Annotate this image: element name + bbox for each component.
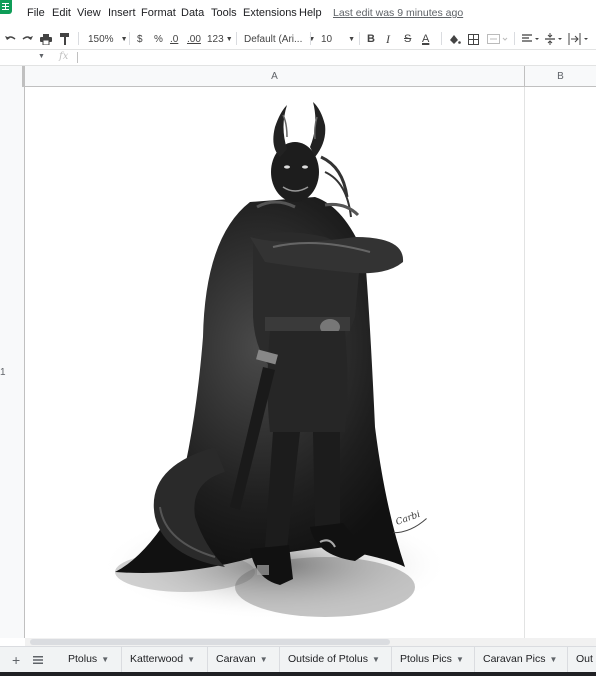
- toolbar: 150% ▼ $ % .0 .00 123 ▼ Default (Ari... ▼ 1…: [0, 27, 596, 49]
- last-edit-link[interactable]: Last edit was 9 minutes ago: [333, 7, 463, 19]
- italic-button[interactable]: I: [386, 31, 390, 47]
- select-all-corner[interactable]: [0, 66, 25, 87]
- horned-figure-illustration: Carbi: [100, 102, 450, 620]
- row-header-1[interactable]: 1: [0, 367, 6, 378]
- fill-color-icon[interactable]: [449, 31, 461, 47]
- menu-view[interactable]: View: [77, 7, 101, 19]
- bold-button[interactable]: B: [367, 31, 375, 47]
- sheet-tab-katterwood[interactable]: Katterwood ▼: [122, 647, 208, 672]
- taskbar-strip: [0, 672, 596, 676]
- redo-icon[interactable]: [22, 31, 34, 47]
- add-sheet-button[interactable]: +: [12, 652, 20, 668]
- merge-cells-icon[interactable]: [487, 31, 509, 47]
- font-select[interactable]: Default (Ari... ▼: [244, 31, 315, 47]
- menu-tools[interactable]: Tools: [211, 7, 237, 19]
- undo-icon[interactable]: [4, 31, 16, 47]
- fx-icon: fx: [59, 51, 69, 62]
- sheet-tab-bar: + Ptolus ▼ Katterwood ▼ Caravan ▼ Outside o…: [0, 646, 596, 672]
- zoom-select[interactable]: 150% ▼: [88, 31, 128, 47]
- cell-a1[interactable]: Carbi: [25, 87, 525, 638]
- sheet-grid[interactable]: Carbi: [25, 87, 596, 638]
- increase-decimal-button[interactable]: .00: [187, 31, 201, 47]
- row-headers: 1: [0, 87, 25, 638]
- column-header-a[interactable]: A: [25, 66, 525, 87]
- percent-format-button[interactable]: %: [154, 31, 163, 47]
- menu-bar: File Edit View Insert Format Data Tools …: [0, 0, 596, 27]
- menu-insert[interactable]: Insert: [108, 7, 136, 19]
- menu-file[interactable]: File: [27, 7, 45, 19]
- decrease-decimal-button[interactable]: .0: [170, 31, 178, 47]
- paint-format-icon[interactable]: [60, 31, 70, 47]
- text-color-button[interactable]: A: [422, 31, 429, 47]
- print-icon[interactable]: [40, 31, 52, 47]
- sheet-tab-caravan[interactable]: Caravan ▼: [208, 647, 280, 672]
- formula-input[interactable]: [77, 52, 78, 63]
- menu-edit[interactable]: Edit: [52, 7, 71, 19]
- sheet-tab-outside-of-ptolus[interactable]: Outside of Ptolus ▼: [280, 647, 392, 672]
- strikethrough-button[interactable]: S: [404, 31, 411, 47]
- more-formats-select[interactable]: 123 ▼: [207, 31, 233, 47]
- name-box-dropdown-icon[interactable]: ▼: [38, 53, 45, 60]
- formula-bar: ▼ fx: [0, 49, 596, 66]
- borders-icon[interactable]: [468, 31, 479, 47]
- column-header-b[interactable]: B: [525, 66, 596, 87]
- sheet-tab-outside-pics[interactable]: Out: [568, 647, 596, 672]
- text-wrap-icon[interactable]: [568, 31, 590, 47]
- menu-help[interactable]: Help: [299, 7, 322, 19]
- sheets-logo-icon[interactable]: [0, 0, 12, 14]
- menu-format[interactable]: Format: [141, 7, 176, 19]
- horizontal-scrollbar-thumb[interactable]: [30, 639, 390, 645]
- column-headers: A B: [0, 66, 596, 87]
- menu-extensions[interactable]: Extensions: [243, 7, 297, 19]
- sheet-tab-ptolus[interactable]: Ptolus ▼: [60, 647, 122, 672]
- sheet-tab-caravan-pics[interactable]: Caravan Pics ▼: [475, 647, 568, 672]
- currency-format-button[interactable]: $: [137, 31, 143, 47]
- font-size-select[interactable]: 10 ▼: [321, 31, 355, 47]
- sheet-tab-ptolus-pics[interactable]: Ptolus Pics ▼: [392, 647, 475, 672]
- all-sheets-menu-icon[interactable]: [33, 656, 43, 664]
- menu-data[interactable]: Data: [181, 7, 204, 19]
- vertical-align-icon[interactable]: [545, 31, 563, 47]
- horizontal-align-icon[interactable]: [522, 31, 540, 47]
